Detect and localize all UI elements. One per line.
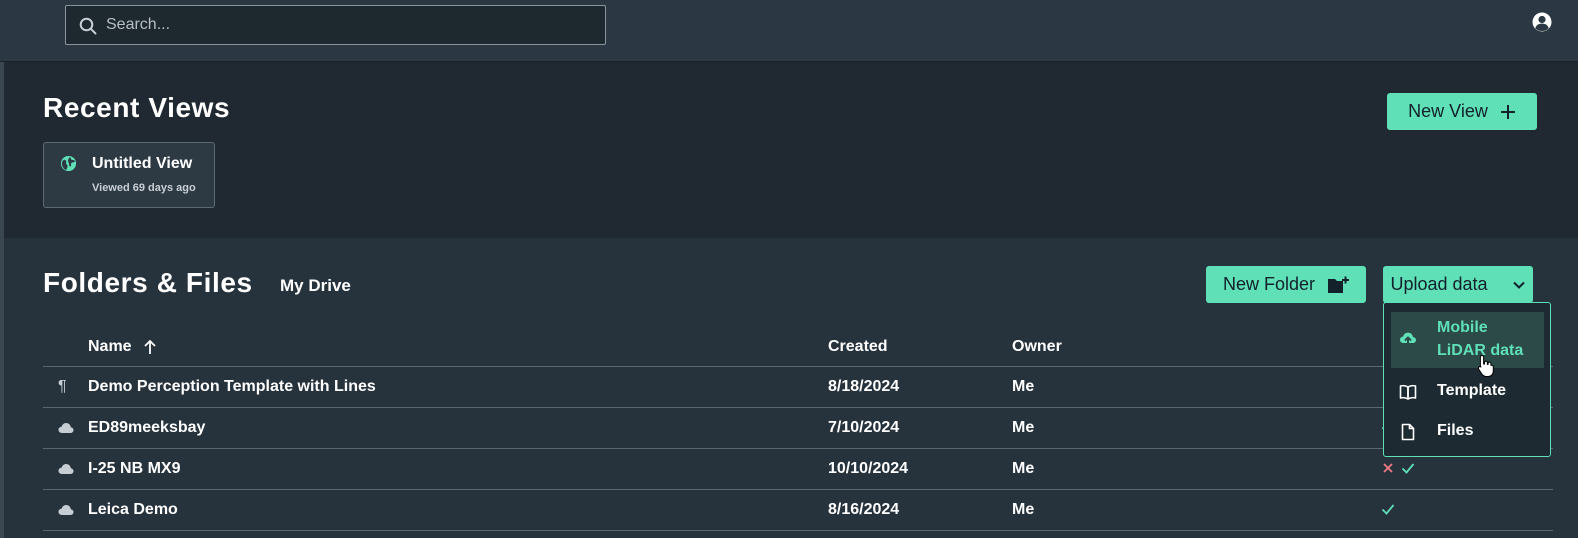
table-row[interactable]: ¶ Demo Perception Template with Lines 8/… (43, 367, 1553, 408)
table-row[interactable]: I-25 NB MX9 10/10/2024 Me (43, 449, 1553, 490)
row-created: 8/18/2024 (828, 378, 900, 395)
menu-item-mobile-lidar[interactable]: Mobile LiDAR data (1391, 312, 1544, 368)
chevron-down-icon (1512, 281, 1525, 289)
cloud-icon (58, 464, 74, 474)
menu-item-template[interactable]: Template (1391, 379, 1544, 405)
paragraph-icon: ¶ (58, 378, 67, 395)
row-owner: Me (1012, 419, 1035, 436)
view-card-subtitle: Viewed 69 days ago (92, 182, 196, 194)
column-header-name-label: Name (88, 338, 132, 355)
row-created: 8/16/2024 (828, 501, 900, 518)
folders-files-title: Folders & Files (43, 267, 253, 298)
row-owner: Me (1012, 378, 1035, 395)
upload-dropdown-menu: Mobile LiDAR data Template Files (1383, 302, 1551, 457)
file-icon (1401, 423, 1415, 441)
recent-views-title: Recent Views (43, 92, 231, 123)
search-input[interactable] (106, 6, 596, 44)
cloud-icon (58, 505, 74, 515)
table-header: Name Created Owner S (43, 330, 1553, 367)
new-folder-label: New Folder (1222, 274, 1316, 294)
hand-cursor-icon (1477, 354, 1494, 377)
table-row[interactable]: Leica Demo 8/16/2024 Me (43, 490, 1553, 531)
new-view-button[interactable]: New View (1387, 93, 1537, 130)
recent-view-card[interactable]: Untitled View Viewed 69 days ago (43, 142, 215, 208)
check-icon (1381, 504, 1395, 515)
upload-data-label: Upload data (1390, 274, 1488, 294)
row-name: Leica Demo (88, 501, 178, 518)
menu-item-template-label: Template (1437, 382, 1507, 399)
book-icon (1399, 384, 1417, 400)
cloud-upload-icon (1400, 332, 1416, 347)
row-name: Demo Perception Template with Lines (88, 378, 376, 395)
row-name: I-25 NB MX9 (88, 460, 181, 477)
account-icon[interactable] (1531, 11, 1553, 33)
row-created: 7/10/2024 (828, 419, 900, 436)
row-created: 10/10/2024 (828, 460, 909, 477)
top-bar (0, 0, 1578, 62)
new-folder-button[interactable]: New Folder (1206, 266, 1366, 303)
row-name: ED89meeksbay (88, 419, 206, 436)
view-card-title: Untitled View (92, 155, 193, 172)
search-box[interactable] (65, 5, 606, 45)
row-owner: Me (1012, 460, 1035, 477)
breadcrumb-my-drive[interactable]: My Drive (280, 276, 351, 296)
menu-item-files[interactable]: Files (1391, 419, 1544, 445)
search-icon (79, 17, 97, 35)
column-header-owner[interactable]: Owner (1012, 338, 1062, 356)
row-owner: Me (1012, 501, 1035, 518)
folder-plus-icon (1328, 276, 1350, 293)
menu-item-files-label: Files (1437, 422, 1474, 439)
check-icon (1401, 463, 1415, 474)
row-status (1381, 502, 1395, 516)
cloud-icon (58, 423, 74, 433)
cross-icon (1383, 463, 1393, 473)
table-row[interactable]: ED89meeksbay 7/10/2024 Me (43, 408, 1553, 449)
column-header-created[interactable]: Created (828, 338, 888, 356)
column-header-name[interactable]: Name (88, 338, 158, 356)
globe-icon (60, 155, 77, 172)
plus-icon (1500, 104, 1515, 119)
arrow-up-icon (143, 339, 156, 354)
row-status (1381, 461, 1415, 475)
upload-data-button[interactable]: Upload data (1383, 266, 1533, 303)
new-view-label: New View (1408, 101, 1488, 121)
recent-views-section: Recent Views New View Untitled View View… (4, 62, 1578, 238)
